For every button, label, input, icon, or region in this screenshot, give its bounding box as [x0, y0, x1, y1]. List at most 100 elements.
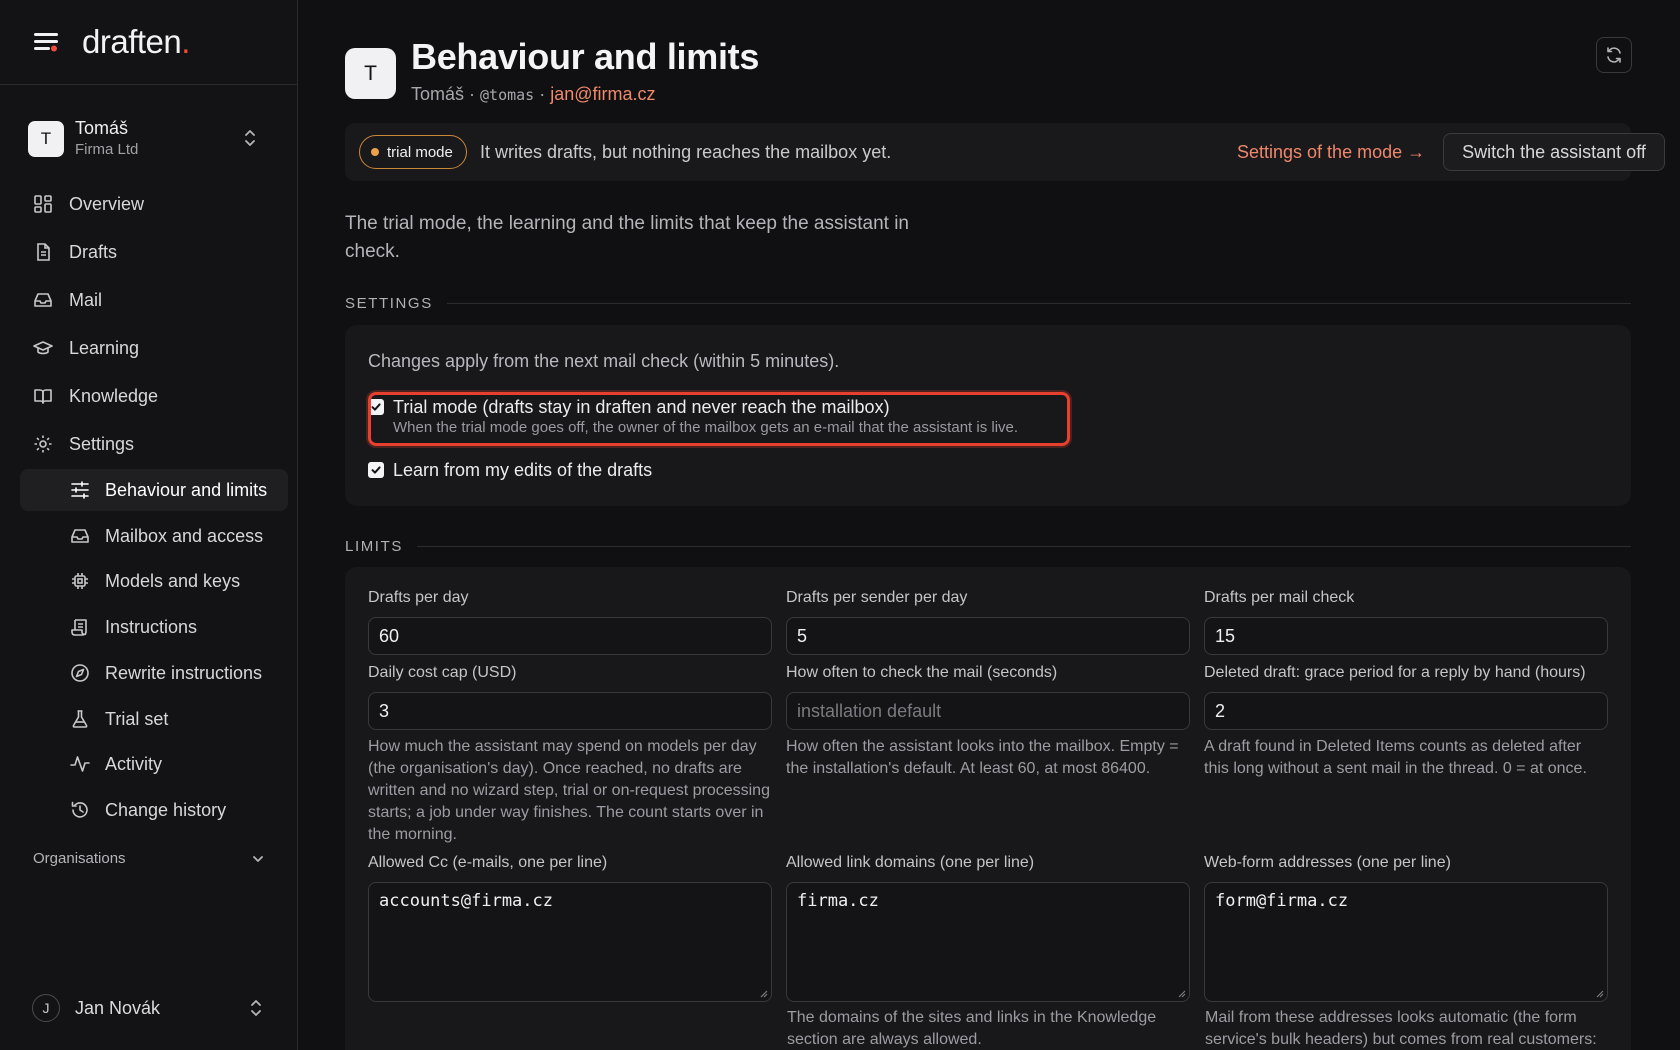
- trial-mode-badge: trial mode: [359, 135, 467, 169]
- sidebar-item-label: Instructions: [105, 616, 198, 637]
- field-label: Web-form addresses (one per line): [1204, 854, 1451, 871]
- webform-textarea[interactable]: form@firma.cz: [1204, 882, 1608, 1002]
- check-interval-field: How often to check the mail (seconds) in…: [786, 664, 1190, 780]
- resize-handle-icon[interactable]: [758, 988, 768, 998]
- settings-heading-label: SETTINGS: [345, 294, 433, 312]
- allowed-cc-textarea[interactable]: accounts@firma.cz: [368, 882, 772, 1002]
- menu-icon[interactable]: [32, 28, 62, 56]
- sidebar-item-label: Mailbox and access: [105, 525, 264, 546]
- sidebar-item-instructions[interactable]: Instructions: [20, 606, 288, 648]
- settings-of-mode-link[interactable]: Settings of the mode →: [1237, 142, 1425, 163]
- sidebar-item-drafts[interactable]: Drafts: [20, 231, 288, 273]
- brand-logo[interactable]: draften.: [82, 23, 190, 61]
- settings-note: Changes apply from the next mail check (…: [368, 351, 840, 371]
- field-label: Daily cost cap (USD): [368, 664, 517, 681]
- refresh-button[interactable]: [1596, 37, 1632, 73]
- subtitle-email-link[interactable]: jan@firma.cz: [550, 84, 655, 104]
- resize-handle-icon[interactable]: [1176, 988, 1186, 998]
- trial-mode-option[interactable]: Trial mode (drafts stay in draften and n…: [368, 396, 1018, 438]
- sidebar-item-models-keys[interactable]: Models and keys: [20, 560, 288, 602]
- main-content: T Behaviour and limits Tomáš · @tomas · …: [298, 0, 1680, 1050]
- webform-field: Web-form addresses (one per line) form@f…: [1204, 854, 1608, 1002]
- drafts-per-sender-field: Drafts per sender per day 5: [786, 589, 1190, 655]
- learn-checkbox[interactable]: [368, 462, 384, 478]
- separator: ·: [534, 84, 551, 104]
- sidebar-item-knowledge[interactable]: Knowledge: [20, 375, 288, 417]
- grace-period-field: Deleted draft: grace period for a reply …: [1204, 664, 1608, 780]
- activity-icon: [69, 753, 91, 775]
- field-help: How much the assistant may spend on mode…: [368, 738, 770, 843]
- status-dot-icon: [371, 148, 379, 156]
- tenant-avatar: T: [28, 121, 64, 157]
- sidebar-item-label: Rewrite instructions: [105, 662, 263, 683]
- section-rule: [416, 545, 1631, 547]
- daily-cost-field: Daily cost cap (USD) 3 How much the assi…: [368, 664, 772, 846]
- page-intro: The trial mode, the learning and the lim…: [345, 213, 909, 262]
- drafts-per-check-input[interactable]: 15: [1204, 617, 1608, 655]
- sidebar-item-label: Settings: [69, 433, 135, 454]
- brand-name: draften: [82, 23, 182, 60]
- learn-option[interactable]: Learn from my edits of the drafts: [368, 459, 652, 481]
- subtitle-name: Tomáš: [411, 84, 465, 104]
- sidebar-item-mailbox-access[interactable]: Mailbox and access: [20, 515, 288, 557]
- tenant-name: Tomáš: [75, 118, 129, 138]
- sidebar-item-mail[interactable]: Mail: [20, 279, 288, 321]
- tenant-org: Firma Ltd: [75, 141, 139, 158]
- field-label: Drafts per sender per day: [786, 589, 968, 606]
- trial-message: It writes drafts, but nothing reaches th…: [480, 142, 892, 162]
- trial-badge-label: trial mode: [387, 143, 453, 161]
- drafts-per-sender-input[interactable]: 5: [786, 617, 1190, 655]
- link-domains-textarea[interactable]: firma.cz: [786, 882, 1190, 1002]
- page-subtitle: Tomáš · @tomas · jan@firma.cz: [411, 84, 656, 105]
- resize-handle-icon[interactable]: [1594, 988, 1604, 998]
- sidebar-item-change-history[interactable]: Change history: [20, 789, 288, 831]
- dashboard-icon: [32, 193, 54, 215]
- sidebar-item-activity[interactable]: Activity: [20, 743, 288, 785]
- gear-icon: [32, 433, 54, 455]
- daily-cost-input[interactable]: 3: [368, 692, 772, 730]
- sidebar-item-label: Knowledge: [69, 385, 159, 406]
- organisations-label: Organisations: [33, 850, 126, 867]
- webform-value: form@firma.cz: [1215, 891, 1349, 911]
- field-help: How often the assistant looks into the m…: [786, 738, 1179, 777]
- sidebar-item-label: Learning: [69, 337, 140, 358]
- book-icon: [32, 385, 54, 407]
- sidebar-item-label: Trial set: [105, 708, 169, 729]
- sidebar-item-label: Models and keys: [105, 570, 241, 591]
- sliders-icon: [69, 479, 91, 501]
- grace-period-input[interactable]: 2: [1204, 692, 1608, 730]
- organisations-toggle[interactable]: Organisations: [33, 850, 265, 867]
- drafts-per-day-field: Drafts per day 60: [368, 589, 772, 655]
- field-label: Allowed Cc (e-mails, one per line): [368, 854, 608, 871]
- scroll-icon: [69, 616, 91, 638]
- limits-card: Drafts per day 60 Drafts per sender per …: [345, 567, 1631, 1050]
- tenant-switcher[interactable]: T Tomáš Firma Ltd: [28, 116, 278, 162]
- flask-icon: [69, 708, 91, 730]
- sidebar-item-trial-set[interactable]: Trial set: [20, 698, 288, 740]
- sidebar-item-settings[interactable]: Settings: [20, 423, 288, 465]
- section-rule: [446, 302, 1631, 304]
- trial-mode-banner: trial mode It writes drafts, but nothing…: [345, 123, 1665, 181]
- inbox-icon: [32, 289, 54, 311]
- link-domains-field: Allowed link domains (one per line) firm…: [786, 854, 1190, 1002]
- sidebar-item-label: Change history: [105, 799, 227, 820]
- user-menu[interactable]: J Jan Novák: [32, 990, 272, 1026]
- field-label: Drafts per mail check: [1204, 589, 1355, 606]
- allowed-cc-field: Allowed Cc (e-mails, one per line) accou…: [368, 854, 772, 1002]
- allowed-cc-value: accounts@firma.cz: [379, 891, 553, 911]
- drafts-per-day-input[interactable]: 60: [368, 617, 772, 655]
- switch-assistant-off-button[interactable]: Switch the assistant off: [1443, 133, 1665, 171]
- brand: draften.: [32, 22, 190, 62]
- sidebar-item-rewrite-instructions[interactable]: Rewrite instructions: [20, 652, 288, 694]
- sidebar-item-label: Drafts: [69, 241, 118, 262]
- link-domains-value: firma.cz: [797, 891, 879, 911]
- sidebar-item-overview[interactable]: Overview: [20, 183, 288, 225]
- sidebar-item-behaviour-limits[interactable]: Behaviour and limits: [20, 469, 288, 511]
- sidebar-item-label: Mail: [69, 289, 103, 310]
- limits-heading: LIMITS: [345, 536, 1631, 556]
- document-icon: [32, 241, 54, 263]
- sidebar-item-learning[interactable]: Learning: [20, 327, 288, 369]
- trial-mode-checkbox[interactable]: [368, 399, 384, 415]
- check-interval-input[interactable]: installation default: [786, 692, 1190, 730]
- field-label: Drafts per day: [368, 589, 469, 606]
